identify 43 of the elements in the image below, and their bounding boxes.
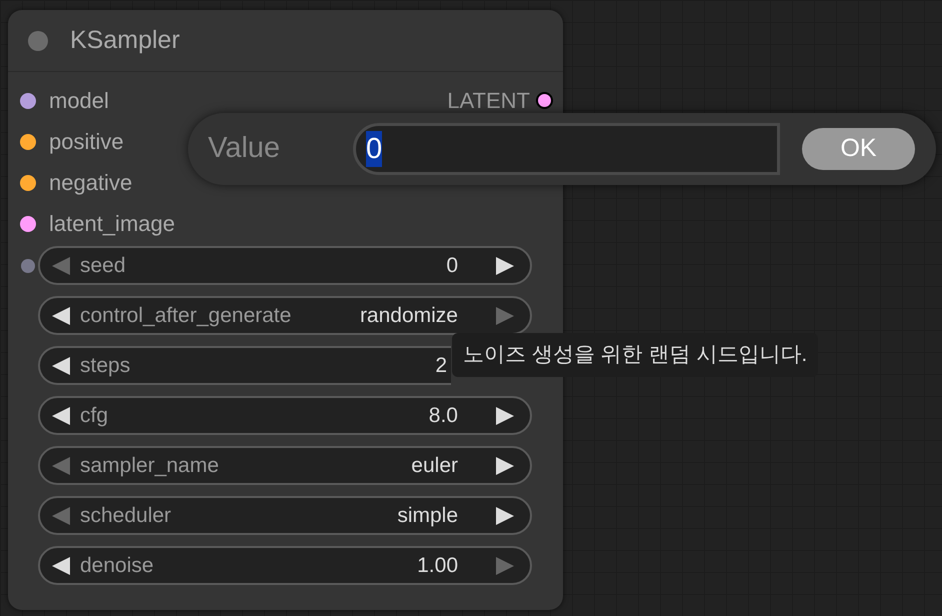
left-arrow-icon[interactable] bbox=[50, 406, 72, 426]
widget-value: euler bbox=[411, 452, 458, 479]
input-slot-icon[interactable] bbox=[20, 134, 36, 150]
widget-value: 0 bbox=[446, 252, 458, 279]
widget-label: control_after_generate bbox=[80, 302, 292, 329]
value-label: Value bbox=[208, 131, 282, 166]
right-arrow-icon[interactable] bbox=[494, 256, 516, 276]
widget-value: simple bbox=[397, 502, 458, 529]
right-arrow-icon[interactable] bbox=[494, 456, 516, 476]
widget-value: 1.00 bbox=[417, 552, 458, 579]
left-arrow-icon[interactable] bbox=[50, 356, 72, 376]
widget-label: steps bbox=[80, 352, 130, 379]
widget-control[interactable]: steps 2 bbox=[38, 346, 451, 385]
value-input-field[interactable]: 0 bbox=[353, 123, 780, 175]
input-slot-icon[interactable] bbox=[20, 216, 36, 232]
widget-label: cfg bbox=[80, 402, 108, 429]
widget-value: 2 bbox=[435, 352, 447, 379]
left-arrow-icon[interactable] bbox=[50, 556, 72, 576]
input-label: positive bbox=[49, 128, 124, 156]
tooltip: 노이즈 생성을 위한 랜덤 시드입니다. bbox=[452, 333, 818, 377]
widget-value: 8.0 bbox=[428, 402, 458, 429]
widget-label: seed bbox=[80, 252, 126, 279]
widget-label: sampler_name bbox=[80, 452, 219, 479]
input-slot-icon[interactable] bbox=[20, 174, 36, 190]
input-label: negative bbox=[49, 169, 132, 197]
output-slot-icon[interactable] bbox=[536, 92, 553, 109]
widget-label: denoise bbox=[80, 552, 154, 579]
widget-control[interactable]: scheduler simple bbox=[38, 496, 532, 535]
widget-control[interactable]: control_after_generate randomize bbox=[38, 296, 532, 335]
widget-control[interactable]: seed 0 bbox=[38, 246, 532, 285]
widget-control[interactable]: cfg 8.0 bbox=[38, 396, 532, 435]
right-arrow-icon[interactable] bbox=[494, 506, 516, 526]
input-label: model bbox=[49, 87, 109, 115]
input-slot-icon[interactable] bbox=[20, 92, 36, 108]
widget-control[interactable]: sampler_name euler bbox=[38, 446, 532, 485]
output-label: LATENT bbox=[447, 87, 530, 115]
widget-value: randomize bbox=[360, 302, 458, 329]
left-arrow-icon[interactable] bbox=[50, 306, 72, 326]
node-title: KSampler bbox=[70, 24, 180, 56]
right-arrow-icon[interactable] bbox=[494, 406, 516, 426]
input-label: latent_image bbox=[49, 210, 175, 238]
widget-label: scheduler bbox=[80, 502, 172, 529]
widget-control[interactable]: denoise 1.00 bbox=[38, 546, 532, 585]
